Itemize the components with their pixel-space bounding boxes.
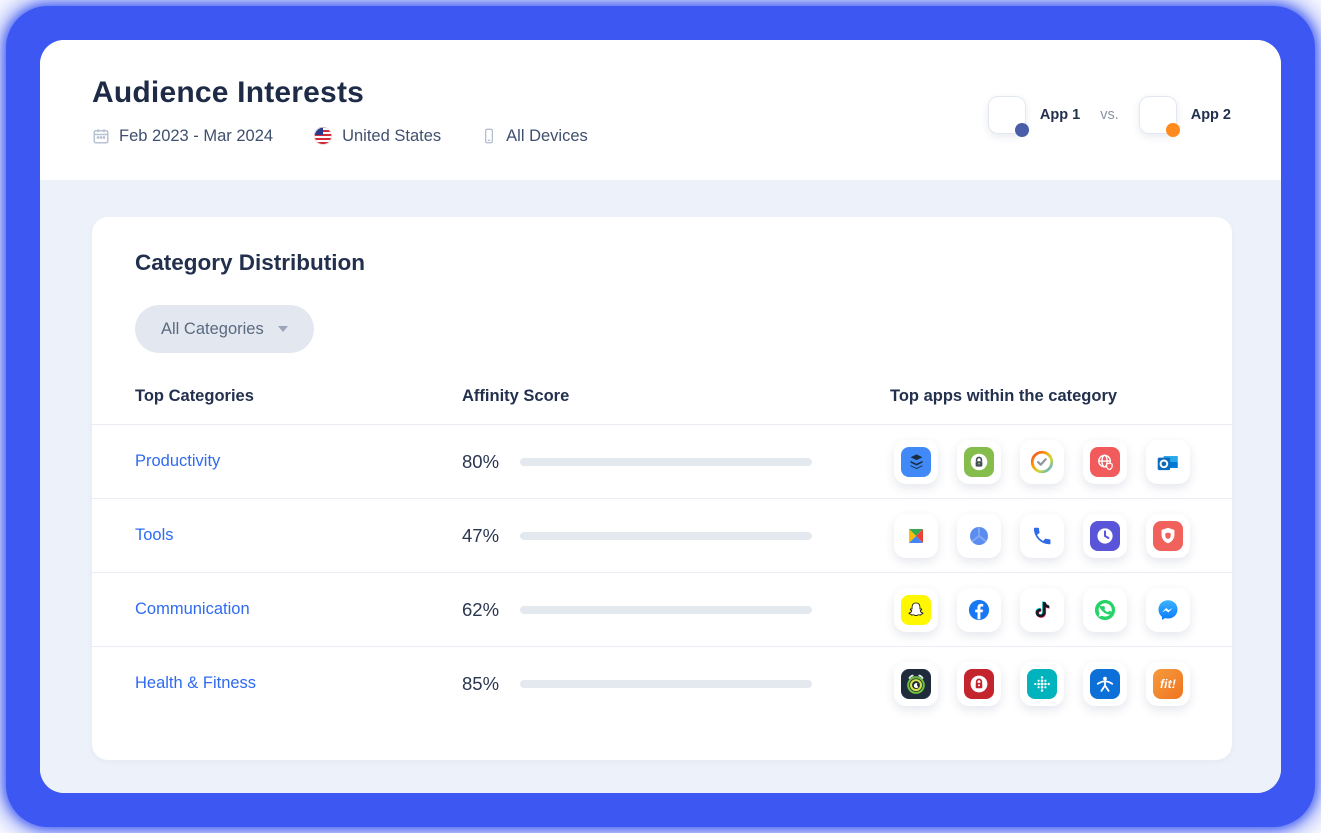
affinity-progress-track bbox=[520, 680, 812, 688]
app1-color-dot bbox=[1015, 123, 1029, 137]
date-range-label: Feb 2023 - Mar 2024 bbox=[119, 127, 273, 146]
privacy-lock-app-icon[interactable] bbox=[957, 662, 1001, 706]
category-distribution-card: Category Distribution All Categories Top… bbox=[92, 217, 1232, 760]
top-apps-list: fit! bbox=[894, 662, 1190, 706]
device-filter: All Devices bbox=[481, 127, 588, 146]
chevron-down-icon bbox=[278, 326, 288, 332]
affinity-score-value: 80% bbox=[462, 451, 520, 473]
column-header-categories: Top Categories bbox=[135, 387, 462, 406]
affinity-score-value: 85% bbox=[462, 673, 520, 695]
whatsapp-app-icon[interactable] bbox=[1083, 588, 1127, 632]
table-row: Productivity 80% bbox=[92, 424, 1232, 498]
fit-app-icon[interactable]: fit! bbox=[1146, 662, 1190, 706]
category-link-communication[interactable]: Communication bbox=[135, 600, 250, 618]
column-header-score: Affinity Score bbox=[462, 387, 814, 406]
app-lock-app-icon[interactable] bbox=[957, 440, 1001, 484]
category-link-productivity[interactable]: Productivity bbox=[135, 452, 220, 470]
affinity-progress-track bbox=[520, 532, 812, 540]
table-row: Health & Fitness 85% bbox=[92, 646, 1232, 720]
header-meta: Feb 2023 - Mar 2024 bbox=[92, 126, 588, 146]
mobile-device-icon bbox=[481, 127, 497, 145]
affinity-progress-track bbox=[520, 606, 812, 614]
vs-label: vs. bbox=[1100, 107, 1119, 123]
app1-label: App 1 bbox=[1040, 107, 1080, 123]
todo-ring-check-app-icon[interactable] bbox=[1020, 440, 1064, 484]
fit-app-wordmark: fit! bbox=[1160, 677, 1176, 691]
play-services-app-icon[interactable] bbox=[894, 514, 938, 558]
fitbit-app-icon[interactable] bbox=[1020, 662, 1064, 706]
blue-sphere-app-icon[interactable] bbox=[957, 514, 1001, 558]
country-filter: United States bbox=[313, 126, 441, 146]
dropdown-label: All Categories bbox=[161, 320, 264, 339]
sleep-alarm-app-icon[interactable] bbox=[894, 662, 938, 706]
table-header-row: Top Categories Affinity Score Top apps w… bbox=[92, 387, 1232, 424]
antivirus-shield-app-icon[interactable] bbox=[1146, 514, 1190, 558]
table-row: Communication 62% bbox=[92, 572, 1232, 646]
outlook-app-icon[interactable] bbox=[1146, 440, 1190, 484]
calendar-icon bbox=[92, 127, 110, 145]
header: Audience Interests Feb 2023 - Mar 2024 bbox=[40, 40, 1281, 180]
layers-security-app-icon[interactable] bbox=[894, 440, 938, 484]
header-left: Audience Interests Feb 2023 - Mar 2024 bbox=[92, 76, 588, 180]
app2-label: App 2 bbox=[1191, 107, 1231, 123]
date-range: Feb 2023 - Mar 2024 bbox=[92, 127, 273, 146]
facebook-app-icon[interactable] bbox=[957, 588, 1001, 632]
top-apps-list bbox=[894, 440, 1190, 484]
phone-dialer-app-icon[interactable] bbox=[1020, 514, 1064, 558]
affinity-score-value: 62% bbox=[462, 599, 520, 621]
affinity-score-value: 47% bbox=[462, 525, 520, 547]
top-apps-list bbox=[894, 514, 1190, 558]
messenger-app-icon[interactable] bbox=[1146, 588, 1190, 632]
myfitnesspal-app-icon[interactable] bbox=[1083, 662, 1127, 706]
dashboard-window: Audience Interests Feb 2023 - Mar 2024 bbox=[40, 40, 1281, 793]
app1-icon-placeholder[interactable] bbox=[988, 96, 1026, 134]
devices-label: All Devices bbox=[506, 127, 588, 146]
page-background: Audience Interests Feb 2023 - Mar 2024 bbox=[0, 0, 1321, 833]
top-apps-list bbox=[894, 588, 1190, 632]
table-row: Tools 47% bbox=[92, 498, 1232, 572]
app2-color-dot bbox=[1166, 123, 1180, 137]
app-compare-widget: App 1 vs. App 2 bbox=[988, 92, 1231, 138]
column-header-apps: Top apps within the category bbox=[890, 387, 1190, 406]
affinity-progress-track bbox=[520, 458, 812, 466]
secure-browser-globe-app-icon[interactable] bbox=[1083, 440, 1127, 484]
content-area: Category Distribution All Categories Top… bbox=[40, 180, 1281, 793]
tiktok-app-icon[interactable] bbox=[1020, 588, 1064, 632]
page-title: Audience Interests bbox=[92, 76, 588, 110]
clock-app-icon[interactable] bbox=[1083, 514, 1127, 558]
app2-icon-placeholder[interactable] bbox=[1139, 96, 1177, 134]
snapchat-app-icon[interactable] bbox=[894, 588, 938, 632]
country-label: United States bbox=[342, 127, 441, 146]
all-categories-dropdown[interactable]: All Categories bbox=[135, 305, 314, 353]
us-flag-icon bbox=[313, 126, 333, 146]
category-link-health-fitness[interactable]: Health & Fitness bbox=[135, 674, 256, 692]
category-link-tools[interactable]: Tools bbox=[135, 526, 174, 544]
card-title: Category Distribution bbox=[135, 250, 1232, 276]
